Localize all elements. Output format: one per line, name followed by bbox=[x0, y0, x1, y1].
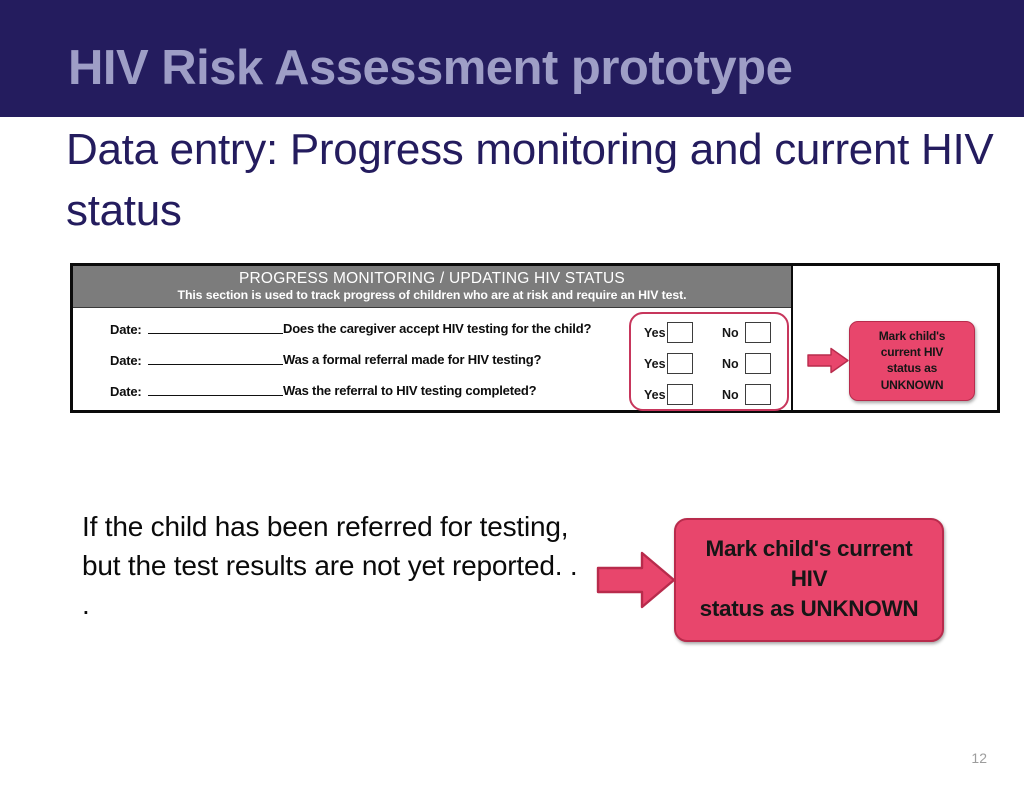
date-input-line[interactable] bbox=[147, 320, 283, 334]
date-label: Date: bbox=[110, 353, 142, 368]
callout-line-2: status as UNKNOWN bbox=[880, 361, 944, 392]
page-title: HIV Risk Assessment prototype bbox=[68, 41, 793, 95]
yesno-row-1: Yes No bbox=[633, 317, 785, 348]
explanation-text: If the child has been referred for testi… bbox=[82, 511, 578, 620]
yes-label-3: Yes bbox=[644, 387, 666, 402]
yes-label-1: Yes bbox=[644, 325, 666, 340]
date-field-2[interactable]: Date: bbox=[73, 351, 283, 368]
callout-line-2: status as UNKNOWN bbox=[699, 596, 919, 622]
yesno-row-2: Yes No bbox=[633, 348, 785, 379]
date-label: Date: bbox=[110, 322, 142, 337]
question-text-1: Does the caregiver accept HIV testing fo… bbox=[283, 321, 592, 336]
progress-monitoring-form: PROGRESS MONITORING / UPDATING HIV STATU… bbox=[70, 263, 1000, 413]
yes-checkbox-3[interactable] bbox=[667, 384, 693, 405]
date-label: Date: bbox=[110, 384, 142, 399]
page-number: 12 bbox=[971, 750, 987, 766]
form-callout-group: Mark child's current HIV status as UNKNO… bbox=[807, 321, 975, 401]
no-checkbox-3[interactable] bbox=[745, 384, 771, 405]
question-text-3: Was the referral to HIV testing complete… bbox=[283, 383, 537, 398]
no-label-1: No bbox=[722, 325, 739, 340]
right-arrow-icon bbox=[596, 549, 676, 611]
date-input-line[interactable] bbox=[147, 382, 283, 396]
form-header-subtitle: This section is used to track progress o… bbox=[177, 288, 687, 303]
status-badge: Mark child's current HIV status as UNKNO… bbox=[849, 321, 975, 401]
no-checkbox-2[interactable] bbox=[745, 353, 771, 374]
form-header-title: PROGRESS MONITORING / UPDATING HIV STATU… bbox=[239, 270, 625, 288]
date-input-line[interactable] bbox=[147, 351, 283, 365]
yes-checkbox-2[interactable] bbox=[667, 353, 693, 374]
no-checkbox-1[interactable] bbox=[745, 322, 771, 343]
explanation-callout-group: Mark child's current HIV status as UNKNO… bbox=[596, 518, 944, 643]
slide-title-bar: HIV Risk Assessment prototype bbox=[0, 0, 1024, 117]
yes-checkbox-1[interactable] bbox=[667, 322, 693, 343]
date-field-1[interactable]: Date: bbox=[73, 320, 283, 337]
question-text-2: Was a formal referral made for HIV testi… bbox=[283, 352, 542, 367]
date-field-3[interactable]: Date: bbox=[73, 382, 283, 399]
right-arrow-icon bbox=[807, 347, 849, 374]
no-label-3: No bbox=[722, 387, 739, 402]
no-label-2: No bbox=[722, 356, 739, 371]
form-side-panel: Mark child's current HIV status as UNKNO… bbox=[793, 266, 997, 410]
status-badge: Mark child's current HIV status as UNKNO… bbox=[674, 518, 944, 643]
yes-label-2: Yes bbox=[644, 356, 666, 371]
slide-subtitle: Data entry: Progress monitoring and curr… bbox=[66, 125, 994, 235]
form-header-band: PROGRESS MONITORING / UPDATING HIV STATU… bbox=[73, 266, 791, 308]
callout-line-1: Mark child's current HIV bbox=[878, 329, 946, 360]
yesno-row-3: Yes No bbox=[633, 379, 785, 410]
form-main-panel: PROGRESS MONITORING / UPDATING HIV STATU… bbox=[73, 266, 793, 411]
callout-line-1: Mark child's current HIV bbox=[705, 536, 913, 592]
